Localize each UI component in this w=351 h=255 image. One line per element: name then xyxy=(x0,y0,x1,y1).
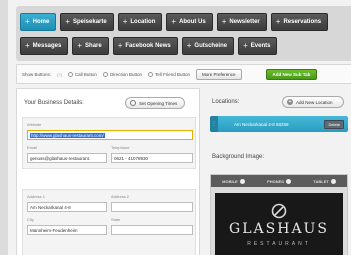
address-fields: Address 1 Address 2 Am Neckarkanal 4-8 C… xyxy=(22,189,196,255)
plus-icon: + xyxy=(25,41,30,50)
business-details-title: Your Business Details: xyxy=(24,100,84,106)
tab-label: Share xyxy=(85,43,102,49)
plus-icon: + xyxy=(117,41,123,50)
option-label: Call Button xyxy=(74,71,97,77)
add-new-location-button[interactable]: + Add New Location xyxy=(282,96,344,108)
tab-facebook-news[interactable]: + Facebook News xyxy=(112,37,178,55)
email-label: Email xyxy=(27,145,38,150)
app-frame: + Home + Speisekarte + Location + About Us +… xyxy=(0,0,351,255)
state-label: State xyxy=(111,217,121,222)
show-buttons-label: Show Buttons: xyxy=(22,71,52,77)
tab-share[interactable]: + Share xyxy=(72,37,109,55)
tab-speisekarte[interactable]: + Speisekarte xyxy=(60,13,114,31)
info-icon xyxy=(330,178,336,184)
direction-button-option[interactable]: Direction Button xyxy=(102,71,142,77)
info-icon xyxy=(285,178,291,184)
logo-mark-icon xyxy=(271,203,287,219)
button-label: Set Opening Times xyxy=(139,100,178,106)
tab-location[interactable]: + Location xyxy=(117,13,163,31)
tab-events[interactable]: + Events xyxy=(238,37,278,55)
locations-panel: Locations: + Add New Location ⋮ Am Necka… xyxy=(204,88,351,255)
tab-tablet[interactable]: TABLET xyxy=(313,178,336,184)
tab-mobile[interactable]: MOBILE xyxy=(222,178,245,184)
location-address: Am Neckarkanal 4-8 68259 xyxy=(234,121,289,127)
tab-about-us[interactable]: + About Us xyxy=(166,13,213,31)
call-button-option[interactable]: Call Button xyxy=(67,71,97,77)
tab-label: Reservations xyxy=(283,19,322,25)
background-image-title: Background Image: xyxy=(212,154,265,160)
contact-fields: Website http://www.glashaus-restaurant.c… xyxy=(22,117,196,169)
telephone-label: Telephone xyxy=(111,145,130,150)
tab-label: Events xyxy=(250,43,271,49)
option-label: Tell Friend Button xyxy=(154,71,190,77)
website-value: http://www.glashaus-restaurant.com/ xyxy=(30,133,105,138)
address2-input[interactable] xyxy=(111,202,193,212)
telephone-input[interactable]: 0621 - 41078930 xyxy=(111,153,193,163)
device-label: MOBILE xyxy=(222,178,238,184)
clock-icon xyxy=(130,100,136,106)
tab-label: Speisekarte xyxy=(73,19,107,25)
website-input[interactable]: http://www.glashaus-restaurant.com/ xyxy=(27,130,193,140)
top-navigation: + Home + Speisekarte + Location + About Us +… xyxy=(16,6,351,61)
logo-subtitle: RESTAURANT xyxy=(247,241,311,247)
tab-label: Gutscheine xyxy=(194,43,228,49)
locations-title: Locations: xyxy=(212,99,240,105)
email-input[interactable]: genuss@glashaus-restaurant. xyxy=(27,153,107,163)
radio-icon xyxy=(102,71,108,77)
plus-icon: + xyxy=(65,17,71,26)
tab-label: Facebook News xyxy=(125,43,171,49)
city-input[interactable]: Mannheim-Feudenheim xyxy=(27,225,107,235)
restaurant-logo: GLASHAUS RESTAURANT xyxy=(215,193,343,255)
device-tabs: MOBILE PHONES TABLET xyxy=(211,175,347,187)
website-label: Website xyxy=(27,122,42,127)
tab-label: Location xyxy=(130,19,156,25)
plus-icon: + xyxy=(221,17,227,26)
city-label: City xyxy=(27,217,34,222)
tab-label: Home xyxy=(32,19,50,25)
state-input[interactable] xyxy=(111,225,193,235)
location-item[interactable]: ⋮ Am Neckarkanal 4-8 68259 Delete xyxy=(210,116,348,132)
delete-location-button[interactable]: Delete xyxy=(324,119,344,129)
plus-icon: + xyxy=(171,17,177,26)
plus-icon: + xyxy=(287,99,293,105)
nav-row-1: + Home + Speisekarte + Location + About Us +… xyxy=(20,13,329,31)
address2-label: Address 2 xyxy=(111,194,130,199)
radio-icon xyxy=(147,71,153,77)
add-new-sub-tab-button[interactable]: Add New Sub Tab xyxy=(265,68,318,80)
tab-gutscheine[interactable]: + Gutscheine xyxy=(181,37,235,55)
tab-messages[interactable]: + Messages xyxy=(20,37,69,55)
device-label: PHONES xyxy=(267,178,284,184)
option-label: Direction Button xyxy=(109,71,142,77)
more-preference-button[interactable]: More Preference xyxy=(196,68,242,80)
address1-input[interactable]: Am Neckarkanal 4-8 xyxy=(27,202,107,212)
plus-icon: + xyxy=(243,41,248,50)
plus-icon: + xyxy=(186,41,192,50)
tab-label: Newsletter xyxy=(229,19,260,25)
tab-home[interactable]: + Home xyxy=(20,13,57,31)
tab-reservations[interactable]: + Reservations xyxy=(270,13,329,31)
plus-icon: + xyxy=(25,17,30,26)
help-icon: (?) xyxy=(57,71,62,77)
tab-label: Messages xyxy=(32,43,62,49)
logo-name: GLASHAUS xyxy=(229,221,329,237)
nav-row-2: + Messages + Share + Facebook News + Gutsche… xyxy=(20,37,278,55)
business-details-panel: Your Business Details: Set Opening Times… xyxy=(16,88,200,255)
address1-label: Address 1 xyxy=(27,194,46,199)
drag-handle-icon[interactable]: ⋮ xyxy=(210,116,218,132)
plus-icon: + xyxy=(77,41,83,50)
show-buttons-bar: Show Buttons: (?) Call Button Direction … xyxy=(16,64,351,84)
tab-newsletter[interactable]: + Newsletter xyxy=(216,13,267,31)
tell-friend-button-option[interactable]: Tell Friend Button xyxy=(147,71,190,77)
plus-icon: + xyxy=(275,17,281,26)
background-image-preview: MOBILE PHONES TABLET GLASHAUS RESTAURANT xyxy=(210,174,348,255)
tab-label: About Us xyxy=(179,19,206,25)
plus-icon: + xyxy=(122,17,128,26)
radio-icon xyxy=(67,71,73,77)
button-label: Add New Location xyxy=(296,99,333,105)
device-label: TABLET xyxy=(313,178,329,184)
tab-phones[interactable]: PHONES xyxy=(267,178,291,184)
info-icon xyxy=(239,178,245,184)
set-opening-times-button[interactable]: Set Opening Times xyxy=(125,97,185,109)
